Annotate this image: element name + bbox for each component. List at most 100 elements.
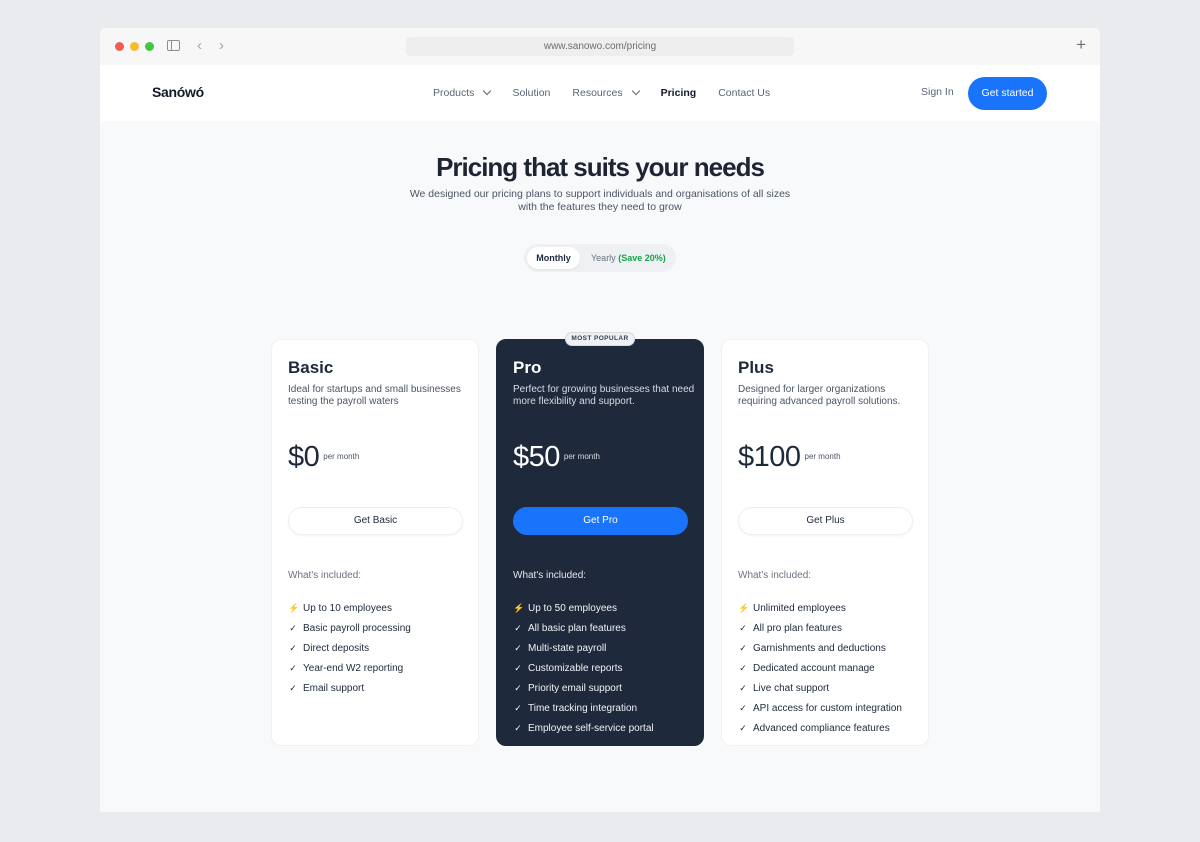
feature-text: Garnishments and deductions <box>753 642 886 654</box>
browser-toolbar: ‹ › www.sanowo.com/pricing + <box>100 28 1100 65</box>
chevron-down-icon <box>483 86 492 96</box>
feature-text: Unlimited employees <box>753 602 846 614</box>
plan-description: Perfect for growing businesses that need… <box>513 384 695 407</box>
plan-card-basic: Basic Ideal for startups and small busin… <box>271 339 479 746</box>
get-pro-button[interactable]: Get Pro <box>513 507 688 535</box>
most-popular-badge: MOST POPULAR <box>565 332 635 346</box>
get-basic-button[interactable]: Get Basic <box>288 507 463 535</box>
check-icon: ✓ <box>514 622 522 633</box>
feature-list: ⚡ Up to 10 employees ✓ Basic payroll proce… <box>288 598 411 698</box>
price-row: $50 per month <box>513 440 600 474</box>
get-started-button[interactable]: Get started <box>968 77 1047 110</box>
page-subtitle: We designed our pricing plans to support… <box>400 188 800 213</box>
sidebar-icon[interactable] <box>167 40 180 51</box>
check-icon: ✓ <box>739 662 747 673</box>
check-icon: ✓ <box>739 682 747 693</box>
feature-text: Employee self-service portal <box>528 722 654 734</box>
monthly-option[interactable]: Monthly <box>527 247 580 269</box>
yearly-label: Yearly <box>591 253 616 263</box>
price-period: per month <box>804 452 841 461</box>
feature-item: ✓ Email support <box>288 678 411 698</box>
price-row: $100 per month <box>738 440 841 474</box>
check-icon: ✓ <box>289 642 297 653</box>
nav-item-solution[interactable]: Solution <box>512 87 550 99</box>
nav-item-label: Resources <box>572 87 623 99</box>
feature-item: ✓ Customizable reports <box>513 658 654 678</box>
subtitle-line: with the features they need to grow <box>518 200 682 213</box>
plan-name: Plus <box>738 358 774 377</box>
plan-price: $0 <box>288 441 320 473</box>
feature-list: ⚡ Up to 50 employees ✓ All basic plan feat… <box>513 598 654 738</box>
feature-item: ✓ Basic payroll processing <box>288 618 411 638</box>
feature-text: Direct deposits <box>303 642 370 654</box>
feature-text: Priority email support <box>528 682 622 694</box>
page-title: Pricing that suits your needs <box>436 152 765 182</box>
yearly-option[interactable]: Yearly (Save 20%) <box>591 247 666 269</box>
plus-icon[interactable]: + <box>1076 36 1086 54</box>
close-window-button[interactable] <box>115 42 124 51</box>
nav-item-label: Contact Us <box>718 87 771 99</box>
back-icon[interactable]: ‹ <box>197 37 202 55</box>
bolt-icon: ⚡ <box>288 602 300 613</box>
check-icon: ✓ <box>289 662 297 673</box>
price-row: $0 per month <box>288 440 359 474</box>
save-label: (Save 20%) <box>618 253 666 263</box>
feature-item: ⚡ Up to 50 employees <box>513 598 654 618</box>
nav-item-products[interactable]: Products <box>433 86 492 99</box>
feature-text: Email support <box>303 682 365 694</box>
address-bar[interactable]: www.sanowo.com/pricing <box>406 37 794 56</box>
subtitle-line: We designed our pricing plans to support… <box>409 188 791 200</box>
feature-list: ⚡ Unlimited employees ✓ All pro plan featu… <box>738 598 902 738</box>
feature-item: ✓ All basic plan features <box>513 618 654 638</box>
bolt-icon: ⚡ <box>513 602 525 613</box>
check-icon: ✓ <box>739 722 747 733</box>
plan-price: $50 <box>513 441 560 473</box>
feature-text: Up to 10 employees <box>303 602 392 614</box>
plan-card-plus: Plus Designed for larger organizations r… <box>721 339 929 746</box>
plan-name: Pro <box>513 358 542 377</box>
nav-item-contact[interactable]: Contact Us <box>718 87 770 99</box>
feature-item: ✓ Year-end W2 reporting <box>288 658 411 678</box>
check-icon: ✓ <box>514 682 522 693</box>
feature-item: ✓ Employee self-service portal <box>513 718 654 738</box>
feature-item: ✓ API access for custom integration <box>738 698 902 718</box>
included-label: What's included: <box>738 570 812 581</box>
window-controls <box>115 42 154 51</box>
forward-icon[interactable]: › <box>219 37 224 55</box>
feature-text: Year-end W2 reporting <box>303 662 404 674</box>
main-nav: Products Solution Resources Pricing Cont… <box>433 65 792 121</box>
get-plus-button[interactable]: Get Plus <box>738 507 913 535</box>
feature-item: ✓ Priority email support <box>513 678 654 698</box>
sign-in-link[interactable]: Sign In <box>921 86 954 98</box>
bolt-icon: ⚡ <box>738 602 750 613</box>
price-period: per month <box>563 452 600 461</box>
feature-item: ✓ Multi-state payroll <box>513 638 654 658</box>
feature-item: ⚡ Up to 10 employees <box>288 598 411 618</box>
chevron-down-icon <box>631 86 640 96</box>
feature-item: ✓ All pro plan features <box>738 618 902 638</box>
feature-text: All basic plan features <box>528 622 626 634</box>
check-icon: ✓ <box>514 722 522 733</box>
plan-description: Ideal for startups and small businesses … <box>288 384 461 407</box>
feature-item: ✓ Live chat support <box>738 678 902 698</box>
check-icon: ✓ <box>739 702 747 713</box>
price-period: per month <box>323 452 360 461</box>
billing-toggle: Monthly Yearly (Save 20%) <box>524 244 676 272</box>
feature-item: ⚡ Unlimited employees <box>738 598 902 618</box>
feature-text: Up to 50 employees <box>528 602 617 614</box>
nav-item-pricing[interactable]: Pricing <box>661 87 697 99</box>
feature-text: API access for custom integration <box>753 702 902 714</box>
nav-item-resources[interactable]: Resources <box>572 86 640 99</box>
plan-price: $100 <box>738 441 801 473</box>
logo[interactable]: Sanówó <box>152 84 204 100</box>
feature-item: ✓ Advanced compliance features <box>738 718 902 738</box>
feature-item: ✓ Direct deposits <box>288 638 411 658</box>
maximize-window-button[interactable] <box>145 42 154 51</box>
included-label: What's included: <box>513 570 587 581</box>
plan-name: Basic <box>288 358 334 377</box>
minimize-window-button[interactable] <box>130 42 139 51</box>
check-icon: ✓ <box>514 642 522 653</box>
feature-item: ✓ Dedicated account manage <box>738 658 902 678</box>
check-icon: ✓ <box>514 662 522 673</box>
feature-text: Customizable reports <box>528 662 623 674</box>
